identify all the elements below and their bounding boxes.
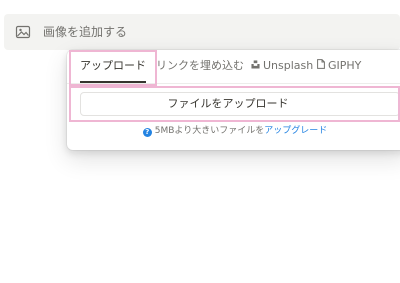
tab-giphy-label: GIPHY	[328, 59, 362, 72]
tab-embed-link-label: リンクを埋め込む	[156, 59, 244, 72]
tab-unsplash[interactable]: Unsplash	[251, 50, 313, 82]
page: 画像を追加する アップロード リンクを埋め込む Unsplash GIPHY フ…	[0, 0, 400, 283]
add-image-bar[interactable]: 画像を追加する	[4, 14, 400, 50]
upload-file-button-label: ファイルをアップロード	[167, 97, 289, 110]
unsplash-icon	[251, 51, 263, 81]
tab-upload-label: アップロード	[80, 59, 146, 72]
upload-file-button[interactable]: ファイルをアップロード	[80, 92, 400, 116]
tab-embed-link[interactable]: リンクを埋め込む	[156, 50, 244, 82]
active-tab-underline	[80, 81, 146, 83]
tab-unsplash-label: Unsplash	[263, 59, 314, 72]
upgrade-link[interactable]: アップグレード	[264, 126, 327, 136]
add-image-label: 画像を追加する	[43, 25, 128, 39]
tab-bar: アップロード リンクを埋め込む Unsplash GIPHY	[67, 50, 400, 84]
info-icon: ?	[142, 128, 152, 137]
size-limit-note: ? 5MBより大きいファイルをアップグレード	[80, 124, 390, 138]
file-icon	[317, 51, 328, 81]
tab-upload[interactable]: アップロード	[80, 50, 146, 83]
tab-giphy[interactable]: GIPHY	[317, 50, 361, 82]
note-text: 5MBより大きいファイルを	[154, 126, 265, 136]
image-icon	[15, 24, 31, 40]
